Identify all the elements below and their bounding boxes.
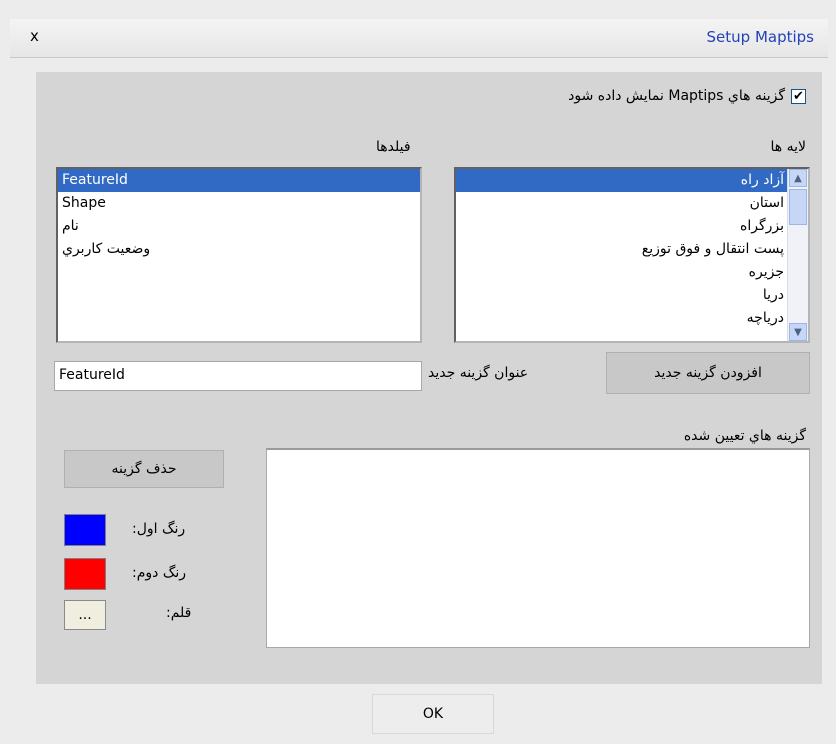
assigned-options-listbox[interactable]	[266, 448, 810, 648]
checkmark-icon: ✔	[793, 88, 804, 104]
layers-list-item[interactable]: استان	[456, 192, 788, 215]
scroll-down-icon[interactable]: ▼	[789, 323, 807, 341]
layers-list-item[interactable]: بزرگراه	[456, 215, 788, 238]
layers-list-item[interactable]: پست انتقال و فوق توزيع	[456, 238, 788, 261]
layers-list-item[interactable]: دريا	[456, 284, 788, 307]
fields-list-item[interactable]: وضعيت کاربري	[58, 238, 420, 261]
second-color-label: رنگ دوم:	[132, 565, 187, 581]
layers-listbox[interactable]: ▲ ▼ آزاد راه استان بزرگراه پست انتقال و فوق…	[454, 167, 810, 343]
scroll-thumb[interactable]	[789, 189, 807, 225]
fields-listbox[interactable]: FeatureId Shape نام وضعيت کاربري	[56, 167, 422, 343]
layers-scrollbar[interactable]: ▲ ▼	[787, 169, 808, 341]
show-maptips-row[interactable]: ✔ گزينه هاي Maptips نمايش داده شود	[568, 88, 806, 104]
first-color-label: رنگ اول:	[132, 521, 186, 537]
new-option-title-input[interactable]: FeatureId	[54, 361, 422, 391]
add-option-button[interactable]: افزودن گزينه جديد	[606, 352, 810, 394]
pen-label: قلم:	[166, 605, 192, 621]
setup-maptips-dialog: x Setup Maptips ✔ گزينه هاي Maptips نماي…	[0, 0, 836, 744]
main-panel: ✔ گزينه هاي Maptips نمايش داده شود لايه …	[36, 72, 822, 684]
title-bar: x Setup Maptips	[10, 19, 828, 58]
new-option-title-label: عنوان گزينه جديد	[428, 365, 529, 381]
fields-list-item[interactable]: Shape	[58, 192, 420, 215]
fields-list-item[interactable]: نام	[58, 215, 420, 238]
first-color-swatch[interactable]	[64, 514, 106, 546]
show-maptips-label: گزينه هاي Maptips نمايش داده شود	[568, 88, 785, 104]
ok-button[interactable]: OK	[372, 694, 494, 734]
second-color-swatch[interactable]	[64, 558, 106, 590]
assigned-options-label: گزينه هاي تعيين شده	[683, 428, 806, 444]
show-maptips-checkbox[interactable]: ✔	[791, 88, 806, 104]
fields-list-item[interactable]: FeatureId	[58, 169, 420, 192]
delete-option-button[interactable]: حذف گزينه	[64, 450, 224, 488]
fields-label: فيلدها	[376, 139, 411, 155]
scroll-up-icon[interactable]: ▲	[789, 169, 807, 187]
layers-list-item[interactable]: درياچه	[456, 307, 788, 330]
layers-list-item[interactable]: آزاد راه	[456, 169, 788, 192]
layers-label: لايه ها	[770, 139, 807, 155]
pen-button[interactable]: ...	[64, 600, 106, 630]
window-title: Setup Maptips	[706, 28, 814, 46]
close-button[interactable]: x	[30, 27, 39, 45]
layers-list-item[interactable]: جزيره	[456, 261, 788, 284]
